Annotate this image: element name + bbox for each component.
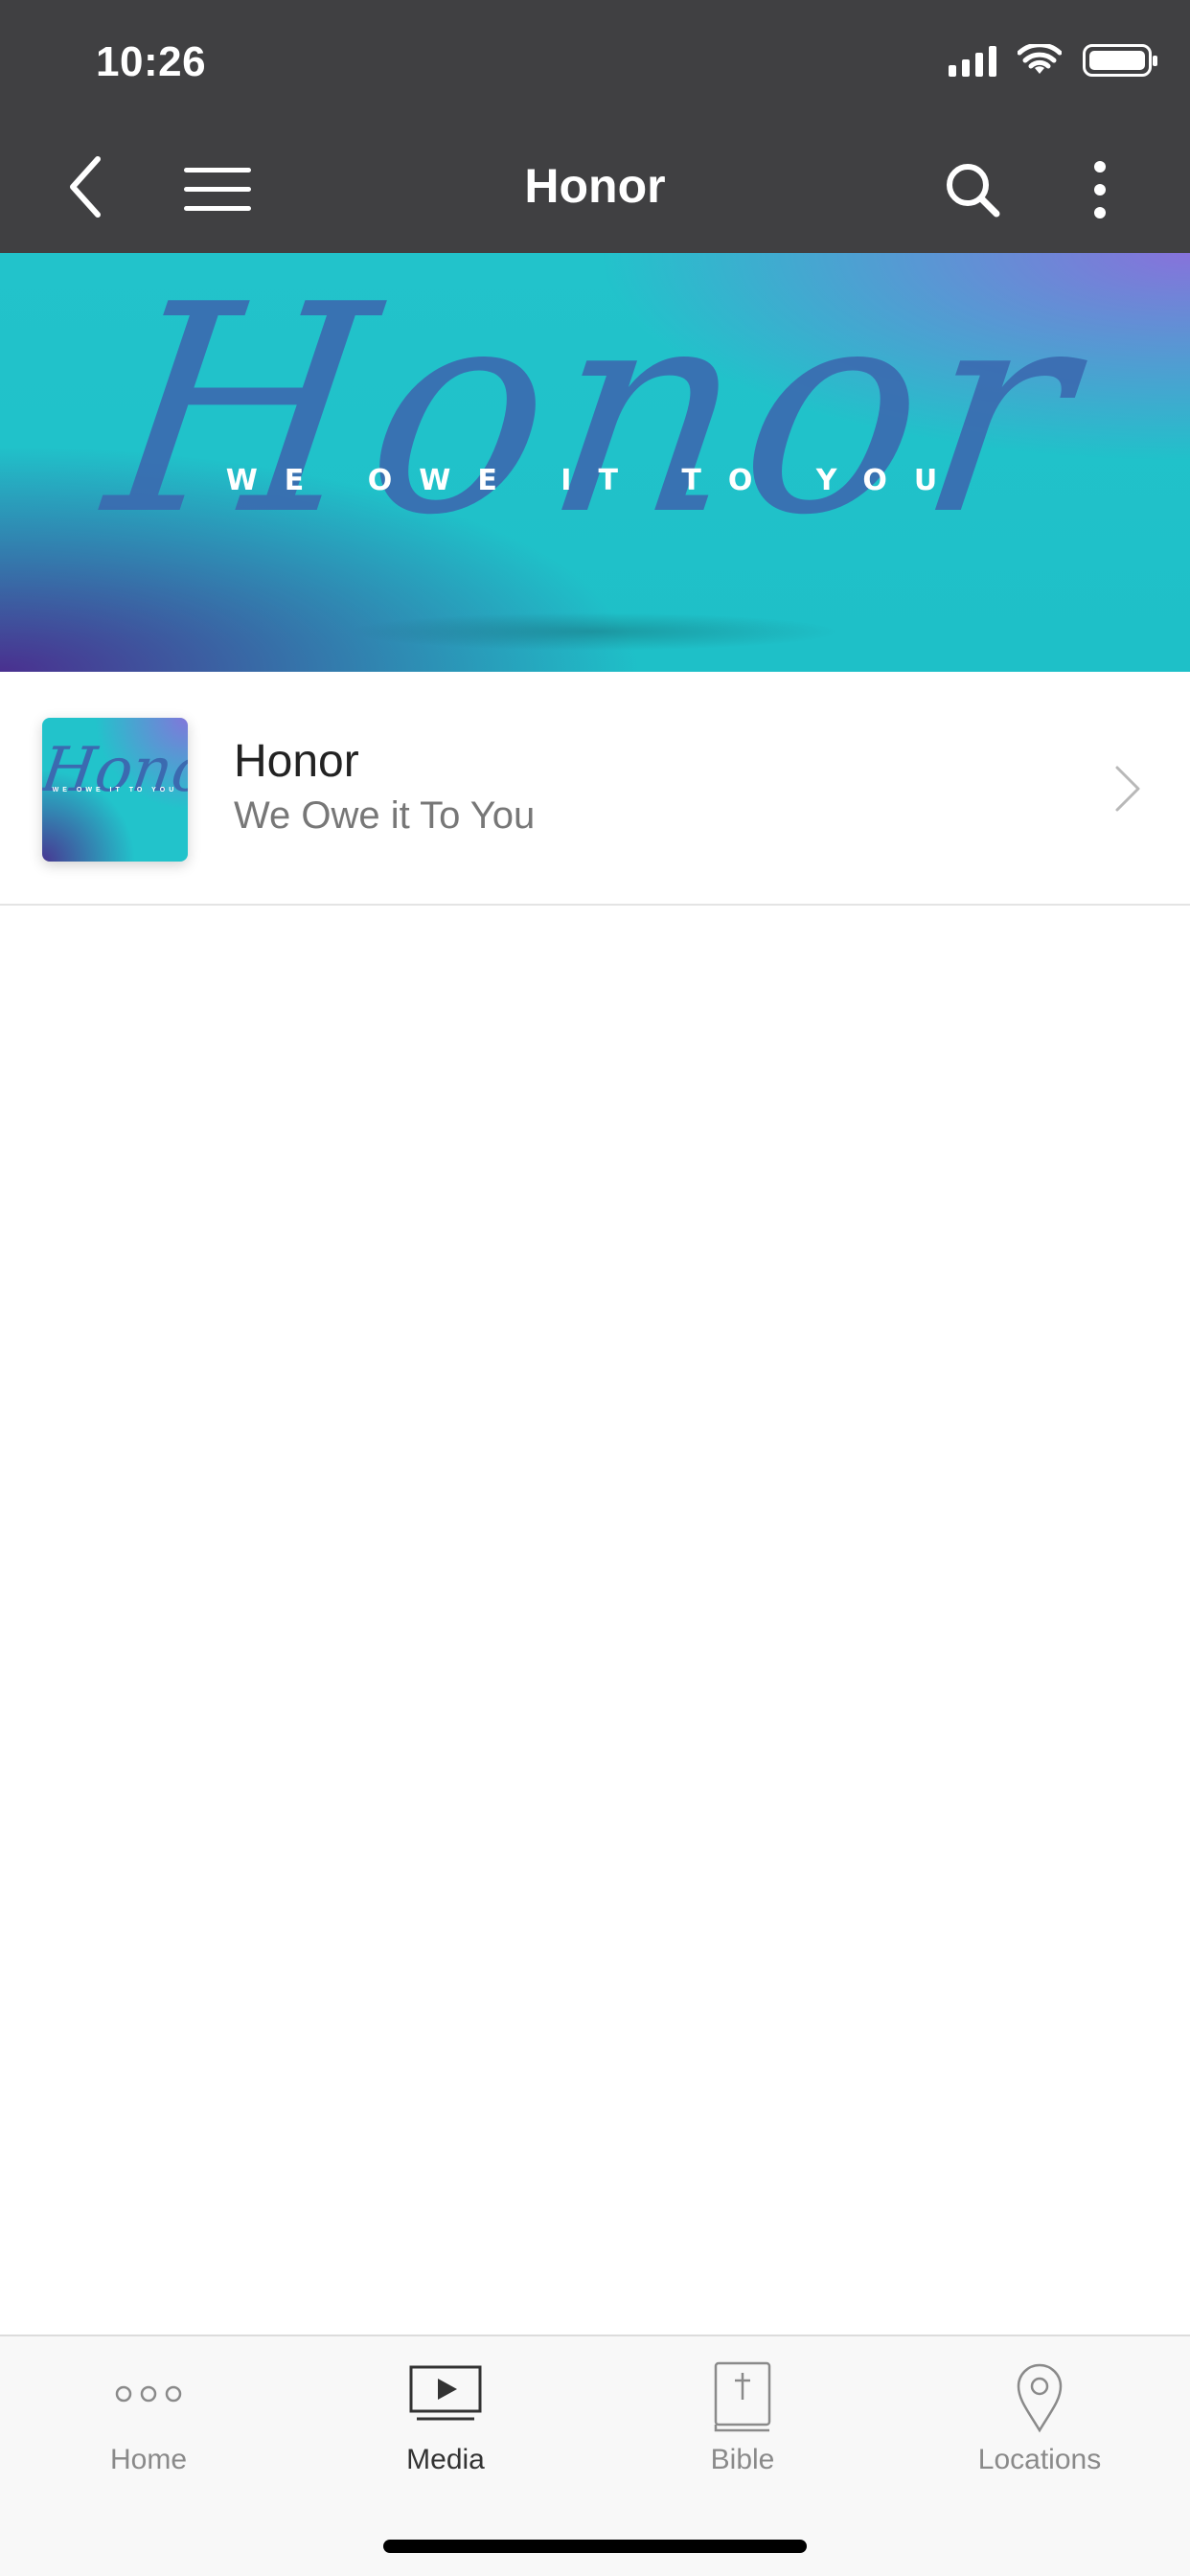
hamburger-menu-icon[interactable] bbox=[184, 168, 251, 212]
status-icons bbox=[949, 44, 1157, 77]
thumbnail-script-title: Honor bbox=[42, 735, 188, 806]
banner-subtitle: WE OWE IT TO YOU bbox=[225, 464, 965, 497]
series-banner: Honor WE OWE IT TO YOU bbox=[0, 253, 1190, 672]
cellular-signal-icon bbox=[949, 44, 996, 77]
ellipsis-icon bbox=[115, 2385, 182, 2403]
tab-locations-label: Locations bbox=[977, 2444, 1102, 2475]
app-header: 10:26 Honor bbox=[0, 0, 1190, 253]
list-item-title: Honor bbox=[234, 736, 359, 787]
list-item-subtitle: We Owe it To You bbox=[234, 794, 536, 837]
page-title: Honor bbox=[524, 159, 666, 213]
back-chevron-icon[interactable] bbox=[59, 151, 113, 222]
battery-icon bbox=[1083, 44, 1157, 77]
tab-locations[interactable]: Locations bbox=[891, 2336, 1188, 2499]
more-vertical-icon[interactable] bbox=[1081, 157, 1119, 224]
tab-media[interactable]: Media bbox=[297, 2336, 594, 2499]
location-pin-icon bbox=[1017, 2363, 1063, 2433]
series-thumbnail: Honor WE OWE IT TO YOU bbox=[42, 718, 188, 862]
status-time: 10:26 bbox=[96, 38, 207, 85]
search-icon[interactable] bbox=[942, 159, 1003, 220]
tab-home-label: Home bbox=[109, 2444, 188, 2475]
home-indicator bbox=[383, 2540, 807, 2553]
banner-script-title: Honor bbox=[92, 253, 1098, 578]
tab-media-label: Media bbox=[406, 2444, 485, 2475]
tab-bible-label: Bible bbox=[710, 2444, 775, 2475]
chevron-right-icon bbox=[1115, 766, 1140, 812]
media-player-icon bbox=[409, 2365, 482, 2421]
tab-bible[interactable]: Bible bbox=[594, 2336, 891, 2499]
tab-home[interactable]: Home bbox=[0, 2336, 297, 2499]
bible-icon bbox=[714, 2361, 771, 2432]
thumbnail-subtitle: WE OWE IT TO YOU bbox=[52, 787, 178, 794]
wifi-icon bbox=[1018, 44, 1062, 74]
list-item[interactable]: Honor WE OWE IT TO YOU Honor We Owe it T… bbox=[0, 672, 1190, 906]
banner-shadow bbox=[345, 612, 843, 651]
